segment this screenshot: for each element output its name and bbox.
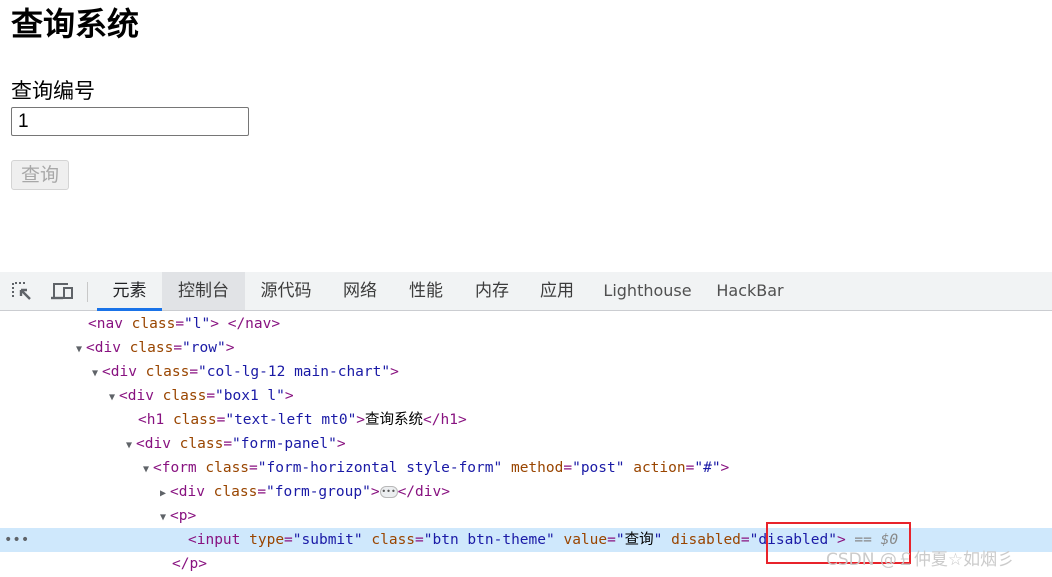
attr-value: form-horizontal style-form	[266, 460, 494, 476]
tag-close: >	[336, 436, 346, 452]
attr-name: action	[633, 460, 686, 476]
dom-node-div-row[interactable]: ▼ <div class="row">	[0, 336, 1052, 360]
tag-close: >	[284, 388, 294, 404]
tag-close: >	[390, 364, 399, 380]
attr-value: btn btn-theme	[432, 532, 547, 548]
expand-triangle-icon[interactable]: ▼	[156, 506, 170, 530]
tab-lighthouse[interactable]: Lighthouse	[600, 272, 695, 310]
attr-value: submit	[301, 532, 354, 548]
tag-close: >	[356, 412, 366, 428]
tab-console[interactable]: 控制台	[162, 272, 245, 310]
dom-node-nav[interactable]: <nav class="l"> </nav>	[0, 312, 1052, 336]
tab-memory[interactable]: 内存	[467, 272, 517, 310]
attr-value: 查询	[624, 532, 654, 548]
expand-triangle-icon[interactable]: ▼	[88, 362, 102, 386]
attr-name: class	[371, 532, 416, 548]
device-toolbar-icon[interactable]	[50, 280, 74, 302]
tab-sources[interactable]: 源代码	[252, 272, 320, 310]
tag-close: >	[187, 508, 197, 524]
tag-close: >	[370, 484, 380, 500]
dom-node-div-box1[interactable]: ▼ <div class="box1 l">	[0, 384, 1052, 408]
tag-end: </div>	[397, 484, 450, 500]
tag-open: <div	[170, 484, 205, 500]
tag-open: <p	[170, 508, 188, 524]
more-options-icon[interactable]: •••	[4, 528, 29, 552]
tag-end: </p>	[172, 556, 207, 572]
attr-name: method	[510, 460, 564, 476]
tag-close: >	[720, 460, 730, 476]
page-title: 查询系统	[11, 5, 140, 43]
attr-name: class	[172, 412, 217, 428]
attr-name: class	[129, 340, 174, 356]
web-page: 查询系统 查询编号 1 查询	[0, 0, 1052, 272]
query-submit-button: 查询	[11, 160, 69, 190]
attr-name: type	[249, 532, 285, 548]
tag-open: <div	[102, 364, 137, 380]
attr-name: class	[213, 484, 258, 500]
attr-value: text-left mt0	[234, 412, 348, 428]
query-id-label: 查询编号	[11, 79, 95, 103]
attr-value: l	[192, 316, 202, 332]
tab-performance[interactable]: 性能	[401, 272, 451, 310]
attr-name: disabled	[671, 532, 741, 548]
attr-value: form-group	[274, 484, 363, 500]
tag-open: <nav	[88, 316, 123, 332]
attr-name: class	[162, 388, 207, 404]
expand-triangle-icon[interactable]: ▼	[122, 434, 136, 458]
tag-open: <form	[153, 460, 197, 476]
query-id-input[interactable]: 1	[11, 107, 249, 136]
node-text: 查询系统	[365, 412, 424, 428]
expand-triangle-icon[interactable]: ▼	[139, 458, 153, 482]
tag-open: <div	[119, 388, 154, 404]
attr-value: box1 l	[223, 388, 277, 404]
tag-close: > </nav>	[210, 316, 281, 332]
tab-elements[interactable]: 元素	[97, 272, 162, 311]
dom-node-h1[interactable]: <h1 class="text-left mt0">查询系统</h1>	[0, 408, 1052, 432]
tag-open: <input	[188, 532, 241, 548]
expand-triangle-icon[interactable]: ▼	[105, 386, 119, 410]
devtools-tabbar: 元素 控制台 源代码 网络 性能 内存 应用 Lighthouse HackBa…	[0, 272, 1052, 311]
tab-network[interactable]: 网络	[335, 272, 385, 310]
tag-end: </h1>	[423, 412, 467, 428]
toolbar-divider	[87, 282, 88, 302]
dom-node-div-main-chart[interactable]: ▼ <div class="col-lg-12 main-chart">	[0, 360, 1052, 384]
attr-value: form-panel	[240, 436, 329, 452]
attr-name: class	[205, 460, 250, 476]
attr-name: value	[563, 532, 608, 548]
expand-ellipsis-icon[interactable]: •••	[379, 486, 398, 498]
attr-name: class	[145, 364, 190, 380]
dom-node-div-form-panel[interactable]: ▼ <div class="form-panel">	[0, 432, 1052, 456]
tag-open: <div	[136, 436, 171, 452]
dom-node-form[interactable]: ▼ <form class="form-horizontal style-form…	[0, 456, 1052, 480]
attr-value: row	[190, 340, 217, 356]
tag-open: <h1	[138, 412, 165, 428]
tab-application[interactable]: 应用	[532, 272, 582, 310]
inspect-element-icon[interactable]	[10, 280, 34, 302]
collapsed-triangle-icon[interactable]: ▶	[156, 482, 170, 506]
attr-name: class	[179, 436, 224, 452]
tag-close: >	[225, 340, 235, 356]
dom-node-div-form-group[interactable]: ▶ <div class="form-group"> ••• </div>	[0, 480, 1052, 504]
watermark: CSDN @￡仲夏☆如烟彡	[826, 550, 1015, 570]
attr-value: col-lg-12 main-chart	[206, 364, 382, 380]
tag-open: <div	[86, 340, 121, 356]
expand-triangle-icon[interactable]: ▼	[72, 338, 86, 362]
attr-value: #	[703, 460, 712, 476]
attr-name: class	[131, 316, 176, 332]
attr-value: post	[580, 460, 616, 476]
tab-hackbar[interactable]: HackBar	[712, 272, 788, 310]
